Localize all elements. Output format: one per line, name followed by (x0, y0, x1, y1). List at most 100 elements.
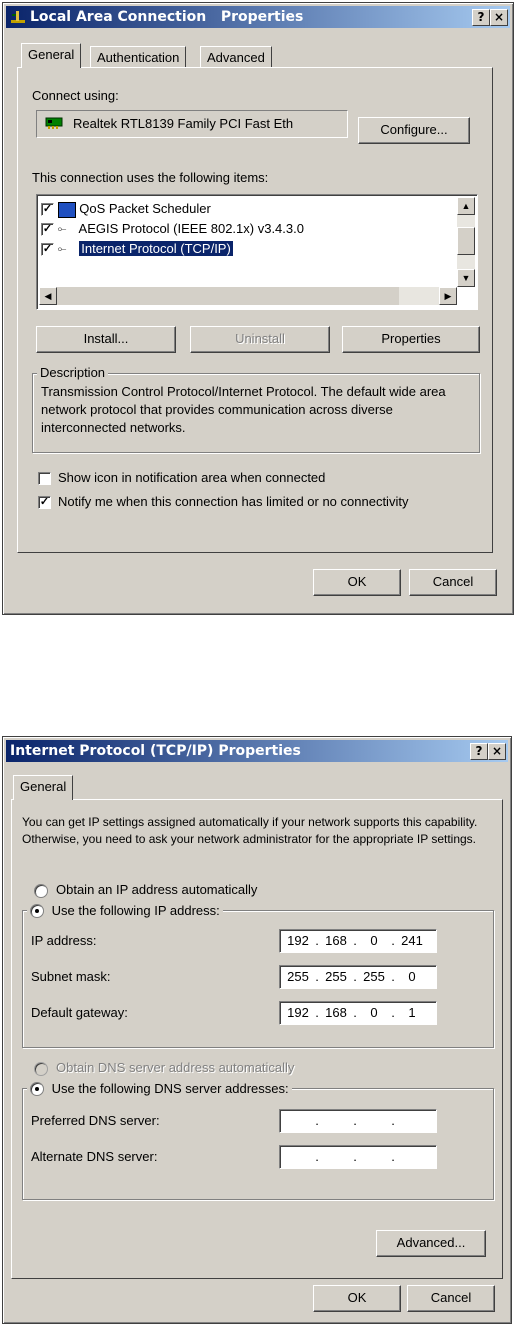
obtain-ip-label[interactable]: Obtain an IP address automatically (56, 882, 257, 897)
configure-button[interactable]: Configure... (358, 117, 470, 144)
cancel-button-label: Cancel (432, 574, 474, 589)
alternate-dns-input[interactable]: . . . (279, 1145, 437, 1169)
general-tab-panel: You can get IP settings assigned automat… (11, 799, 503, 1279)
gateway-octet-3: 0 (370, 1005, 378, 1020)
cancel-button[interactable]: Cancel (409, 569, 497, 596)
uninstall-button[interactable]: Uninstall (190, 326, 330, 353)
ip-dot: . (391, 1149, 395, 1164)
close-button[interactable]: × (488, 743, 506, 760)
tab-general[interactable]: General (21, 43, 82, 68)
ip-dot: . (315, 1005, 319, 1020)
subnet-mask-label: Subnet mask: (31, 969, 111, 984)
ok-button-label: OK (347, 574, 367, 589)
use-ip-label[interactable]: Use the following IP address: (52, 903, 220, 918)
qos-checkbox[interactable]: ✓ (41, 203, 54, 217)
uninstall-button-label: Uninstall (235, 331, 285, 346)
subnet-mask-input[interactable]: 255 . 255 . 255 . 0 (279, 965, 437, 989)
tab-authentication-label: Authentication (97, 50, 180, 65)
cancel-button[interactable]: Cancel (407, 1285, 495, 1312)
ip-dot: . (391, 1113, 395, 1128)
gateway-octet-1: 192 (287, 1005, 309, 1020)
advanced-button[interactable]: Advanced... (376, 1230, 486, 1257)
dns-group: Use the following DNS server addresses: … (22, 1080, 494, 1200)
horizontal-scrollbar[interactable]: ◀ ▶ (39, 287, 457, 305)
notify-label[interactable]: Notify me when this connection has limit… (58, 494, 408, 509)
preferred-dns-input[interactable]: . . . (279, 1109, 437, 1133)
obtain-dns-radio[interactable] (34, 1062, 48, 1076)
use-dns-radio[interactable] (30, 1081, 44, 1096)
list-item[interactable]: ✓ ⟜ Internet Protocol (TCP/IP) (41, 239, 234, 258)
help-button[interactable]: ? (472, 9, 490, 26)
close-button[interactable]: × (490, 9, 508, 26)
list-item[interactable]: ✓ ⟜ AEGIS Protocol (IEEE 802.1x) v3.4.3.… (41, 219, 304, 238)
list-item-label: AEGIS Protocol (IEEE 802.1x) v3.4.3.0 (78, 221, 304, 236)
ok-button[interactable]: OK (313, 1285, 401, 1312)
install-button[interactable]: Install... (36, 326, 176, 353)
title-bar[interactable]: Internet Protocol (TCP/IP) Properties ? … (6, 740, 508, 762)
adapter-field: Realtek RTL8139 Family PCI Fast Eth (36, 110, 348, 138)
subnet-octet-4: 0 (408, 969, 416, 984)
ip-dot: . (391, 1005, 395, 1020)
ip-dot: . (353, 969, 357, 984)
adapter-name: Realtek RTL8139 Family PCI Fast Eth (73, 116, 294, 131)
ip-dot: . (353, 1113, 357, 1128)
ip-dot: . (315, 1113, 319, 1128)
aegis-checkbox[interactable]: ✓ (41, 223, 54, 237)
help-button[interactable]: ? (470, 743, 488, 760)
network-card-icon (45, 116, 63, 133)
show-icon-checkbox[interactable] (38, 472, 51, 485)
protocol-icon: ⟜ (57, 243, 67, 256)
gateway-label: Default gateway: (31, 1005, 128, 1020)
description-title: Description (37, 365, 109, 380)
connect-using-label: Connect using: (32, 88, 119, 103)
description-text: Transmission Control Protocol/Internet P… (41, 384, 446, 435)
show-icon-label[interactable]: Show icon in notification area when conn… (58, 470, 325, 485)
scroll-down-icon[interactable]: ▼ (457, 269, 475, 287)
use-ip-option[interactable]: Use the following IP address: (27, 902, 223, 920)
obtain-ip-radio[interactable] (34, 884, 48, 898)
properties-button-label: Properties (381, 331, 441, 346)
title-bar[interactable]: Local Area Connection Properties ? × (6, 6, 510, 28)
ip-octet-2: 168 (325, 933, 347, 948)
dialog-title: Local Area Connection Properties (30, 9, 304, 25)
cancel-button-label: Cancel (430, 1290, 472, 1305)
protocol-icon: ⟜ (57, 223, 67, 236)
scroll-track (399, 287, 439, 305)
ip-dot: . (353, 1149, 357, 1164)
list-item[interactable]: ✓ QoS Packet Scheduler (41, 199, 211, 218)
notify-checkbox[interactable]: ✓ (38, 496, 51, 509)
tcpip-checkbox[interactable]: ✓ (41, 243, 54, 257)
subnet-octet-2: 255 (325, 969, 347, 984)
ip-octet-1: 192 (287, 933, 309, 948)
tab-advanced-label: Advanced (207, 50, 265, 65)
scroll-thumb[interactable] (457, 227, 475, 255)
ok-button[interactable]: OK (313, 569, 401, 596)
items-list: ✓ QoS Packet Scheduler ✓ ⟜ AEGIS Protoco… (36, 194, 478, 310)
vertical-scrollbar[interactable]: ▲ ▼ (457, 197, 475, 287)
general-tab-panel: Connect using: Realtek RTL8139 Family PC… (17, 67, 493, 553)
obtain-dns-label: Obtain DNS server address automatically (56, 1060, 295, 1075)
use-dns-option[interactable]: Use the following DNS server addresses: (27, 1080, 292, 1098)
ip-dot: . (391, 933, 395, 948)
tab-advanced[interactable]: Advanced (200, 46, 272, 68)
scroll-up-icon[interactable]: ▲ (457, 197, 475, 215)
ip-address-input[interactable]: 192 . 168 . 0 . 241 (279, 929, 437, 953)
list-item-label: QoS Packet Scheduler (79, 201, 211, 216)
scroll-left-icon[interactable]: ◀ (39, 287, 57, 305)
ip-dot: . (353, 1005, 357, 1020)
alternate-dns-label: Alternate DNS server: (31, 1149, 158, 1164)
use-dns-label[interactable]: Use the following DNS server addresses: (52, 1081, 289, 1096)
tab-general-label: General (28, 47, 75, 62)
gateway-octet-2: 168 (325, 1005, 347, 1020)
gateway-input[interactable]: 192 . 168 . 0 . 1 (279, 1001, 437, 1025)
properties-button[interactable]: Properties (342, 326, 480, 353)
tab-general[interactable]: General (13, 775, 74, 800)
gateway-octet-4: 1 (408, 1005, 416, 1020)
tcpip-properties-dialog: Internet Protocol (TCP/IP) Properties ? … (2, 736, 512, 1324)
configure-button-label: Configure... (380, 122, 448, 137)
use-ip-radio[interactable] (30, 903, 44, 918)
ip-dot: . (315, 1149, 319, 1164)
scroll-right-icon[interactable]: ▶ (439, 287, 457, 305)
install-button-label: Install... (83, 331, 129, 346)
tab-authentication[interactable]: Authentication (90, 46, 187, 68)
